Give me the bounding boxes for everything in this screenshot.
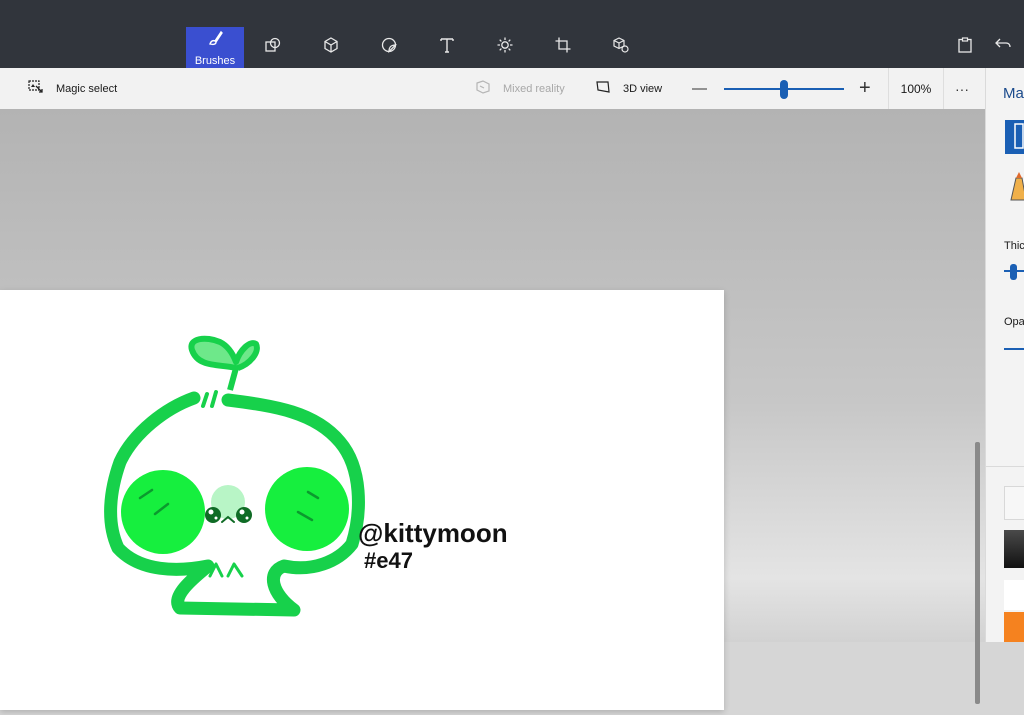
right-cheek (265, 467, 349, 551)
marker-icon (1014, 123, 1024, 149)
text-tool-button[interactable] (418, 27, 476, 68)
side-panel-title: Ma (1003, 85, 1024, 102)
canvas-tool-button[interactable] (534, 27, 592, 68)
left-cheek (121, 470, 205, 554)
3d-view-button[interactable]: 3D view (595, 68, 662, 109)
right-eye (236, 507, 252, 523)
effects-icon (496, 36, 514, 59)
stickers-icon (380, 36, 398, 59)
color-swatch-white[interactable] (1004, 486, 1024, 520)
artwork-number: #e47 (364, 548, 413, 573)
vertical-scrollbar[interactable] (975, 442, 980, 704)
2d-shapes-tool-button[interactable] (244, 27, 302, 68)
thickness-label: Thic (1004, 240, 1024, 252)
paste-button[interactable] (936, 27, 994, 68)
sprout-creature-artwork: @kittymoon #e47 (104, 335, 508, 617)
magic-select-icon (28, 79, 56, 98)
color-swatch-white-2[interactable] (1004, 580, 1024, 610)
mixed-reality-icon (475, 79, 503, 98)
magic-select-label: Magic select (56, 82, 118, 95)
zoom-slider-thumb[interactable] (780, 80, 788, 99)
brushes-tool-label: Brushes (194, 54, 236, 67)
opacity-label: Opa (1004, 316, 1024, 328)
thickness-slider-thumb[interactable] (1010, 264, 1017, 280)
zoom-in-button[interactable]: + (859, 68, 871, 109)
3d-library-icon (612, 36, 630, 59)
workspace: @kittymoon #e47 (0, 109, 985, 710)
clipboard-icon (956, 36, 974, 59)
opacity-slider-track[interactable] (1004, 348, 1024, 350)
2d-shapes-icon (264, 36, 282, 59)
zoom-out-button[interactable]: — (692, 68, 707, 109)
pencil-icon (1010, 172, 1024, 201)
pencil-brush-swatch[interactable] (1008, 172, 1024, 202)
mixed-reality-label: Mixed reality (503, 82, 565, 95)
3d-shapes-icon (322, 36, 340, 59)
canvas-icon (554, 36, 572, 59)
sprout-leaves (188, 335, 260, 391)
marker-brush-swatch[interactable] (1005, 120, 1024, 154)
3d-view-icon (595, 79, 623, 98)
color-swatch-black[interactable] (1004, 530, 1024, 568)
panel-divider (986, 466, 1024, 467)
color-swatch-orange[interactable] (1004, 612, 1024, 642)
zoom-level-display[interactable]: 100% (888, 68, 944, 109)
magic-select-button[interactable]: Magic select (28, 68, 117, 109)
brush-icon (206, 29, 224, 52)
drawing-canvas[interactable]: @kittymoon #e47 (0, 290, 724, 710)
3d-shapes-tool-button[interactable] (302, 27, 360, 68)
text-icon (438, 36, 456, 59)
brushes-tool-button[interactable]: Brushes (186, 27, 244, 68)
undo-icon (994, 36, 1012, 59)
more-options-button[interactable]: ··· (955, 68, 969, 109)
brushes-side-panel: Ma Thic Opa (985, 68, 1024, 642)
effects-tool-button[interactable] (476, 27, 534, 68)
artist-handle: @kittymoon (358, 518, 508, 548)
3d-library-tool-button[interactable] (592, 27, 650, 68)
undo-button[interactable] (994, 27, 1024, 68)
top-ribbon: Brushes (0, 0, 1024, 68)
left-eye (205, 507, 221, 523)
stickers-tool-button[interactable] (360, 27, 418, 68)
3d-view-label: 3D view (623, 82, 663, 95)
mixed-reality-button[interactable]: Mixed reality (475, 68, 565, 109)
